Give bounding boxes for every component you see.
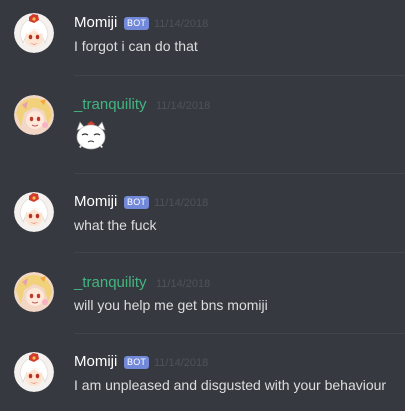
username[interactable]: _tranquility [74, 96, 147, 113]
message-divider [74, 173, 405, 174]
username[interactable]: _tranquility [74, 274, 147, 291]
message-divider [74, 75, 405, 76]
message-text: I am unpleased and disgusted with your b… [74, 377, 387, 393]
bot-badge: BOT [124, 356, 150, 369]
username[interactable]: Momiji [74, 193, 117, 210]
message-divider [74, 252, 405, 253]
timestamp: 11/14/2018 [154, 357, 209, 369]
message-text: will you help me get bns momiji [74, 297, 268, 313]
momiji-face-emoji-icon [74, 120, 108, 150]
username[interactable]: Momiji [74, 353, 117, 370]
message-text: I forgot i can do that [74, 38, 198, 54]
timestamp: 11/14/2018 [154, 18, 209, 30]
timestamp: 11/14/2018 [156, 278, 211, 290]
momiji-avatar-icon[interactable] [14, 352, 54, 392]
momiji-avatar-icon[interactable] [14, 192, 54, 232]
timestamp: 11/14/2018 [156, 100, 211, 112]
tranquility-avatar-icon[interactable] [14, 95, 54, 135]
tranquility-avatar-icon[interactable] [14, 272, 54, 312]
momiji-avatar-icon[interactable] [14, 13, 54, 53]
bot-badge: BOT [124, 17, 150, 30]
bot-badge: BOT [124, 196, 150, 209]
timestamp: 11/14/2018 [154, 197, 209, 209]
message-divider [74, 333, 405, 334]
message-text: what the fuck [74, 217, 157, 233]
username[interactable]: Momiji [74, 14, 117, 31]
